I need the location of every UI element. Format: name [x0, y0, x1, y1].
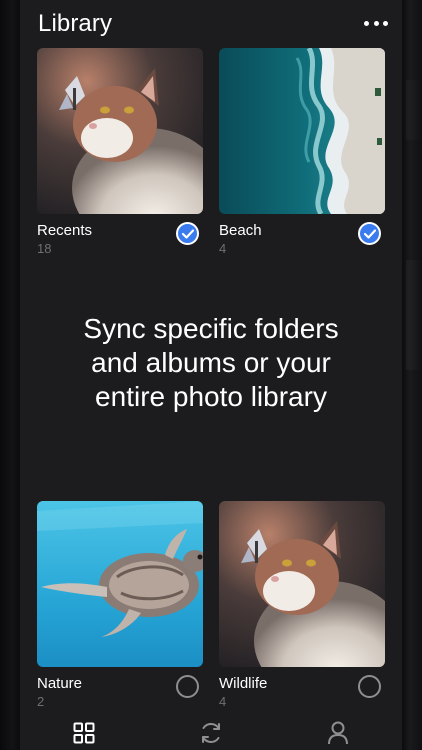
album-count: 18 [37, 241, 52, 256]
album-thumbnail-nature[interactable] [37, 501, 203, 667]
album-name: Beach [219, 222, 262, 239]
album-card-nature[interactable]: Nature 2 [37, 501, 203, 709]
tab-bar [20, 712, 402, 750]
headline-line: Sync specific folders [83, 313, 339, 344]
album-name: Nature [37, 675, 83, 692]
album-name: Recents [37, 222, 93, 239]
page-title: Library [38, 10, 113, 37]
device-bezel-left [0, 0, 20, 750]
device-frame: Library Recents 18 Beach 4 Sync specific… [0, 0, 422, 750]
profile-icon[interactable] [325, 720, 351, 746]
unselected-circle-icon[interactable] [176, 675, 199, 698]
album-thumbnail-wildlife[interactable] [219, 501, 385, 667]
album-thumbnail-recents[interactable] [37, 48, 203, 214]
album-card-wildlife[interactable]: Wildlife 4 [219, 501, 385, 709]
selected-checkmark-icon[interactable] [176, 222, 199, 245]
album-count: 4 [219, 694, 227, 709]
album-count: 4 [219, 241, 227, 256]
headline-line: entire photo library [95, 381, 327, 412]
device-bezel-right [402, 0, 422, 750]
grid-icon[interactable] [71, 720, 97, 746]
ellipsis-icon[interactable] [364, 14, 388, 32]
headline-line: and albums or your [91, 347, 331, 378]
library-screen: Library Recents 18 Beach 4 Sync specific… [20, 0, 402, 750]
album-card-beach[interactable]: Beach 4 [219, 48, 385, 256]
header: Library [20, 0, 402, 48]
promo-headline: Sync specific folders and albums or your… [20, 312, 402, 414]
album-count: 2 [37, 694, 45, 709]
selected-checkmark-icon[interactable] [358, 222, 381, 245]
album-thumbnail-beach[interactable] [219, 48, 385, 214]
album-name: Wildlife [219, 675, 268, 692]
sync-icon[interactable] [198, 720, 224, 746]
album-card-recents[interactable]: Recents 18 [37, 48, 203, 256]
unselected-circle-icon[interactable] [358, 675, 381, 698]
